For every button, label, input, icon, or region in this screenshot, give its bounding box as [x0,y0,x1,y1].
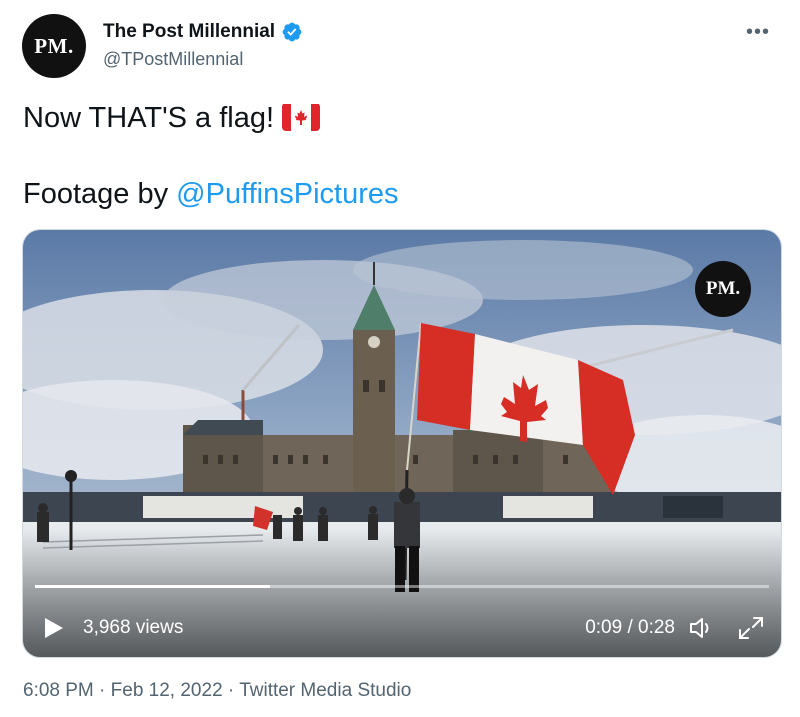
mention-link[interactable]: @PuffinsPictures [176,178,398,210]
tweet-text: Now THAT'S a flag! Footage by @PuffinsPi… [23,98,763,214]
video-time: 0:09 / 0:28 [585,617,675,638]
video-progress-bar[interactable] [35,585,769,588]
video-watermark: PM. [695,261,751,317]
tweet-time-link[interactable]: 6:08 PM [23,680,94,701]
more-horizontal-icon: ••• [745,20,770,43]
author-display-name[interactable]: The Post Millennial [103,21,275,43]
volume-icon[interactable] [688,615,716,641]
video-player[interactable]: PM. 3,968 views 0:09 / 0:28 [22,229,782,658]
footer-separator: · [227,680,235,701]
author-handle[interactable]: @TPostMillennial [103,49,243,70]
play-icon[interactable] [43,616,65,640]
footer-separator: · [99,680,106,701]
verified-badge-icon [282,22,302,42]
tweet-source-link[interactable]: Twitter Media Studio [239,680,411,701]
video-frame [23,230,781,657]
tweet-date-link[interactable]: Feb 12, 2022 [111,680,223,701]
tweet-line-2-prefix: Footage by [23,178,177,210]
author-avatar[interactable]: PM. [22,14,86,78]
tweet-footer: 6:08 PM · Feb 12, 2022 · Twitter Media S… [23,680,411,702]
video-controls: 3,968 views 0:09 / 0:28 [23,608,781,648]
tweet-line-1: Now THAT'S a flag! [23,102,275,134]
more-options-button[interactable]: ••• [740,14,776,50]
author-name-row: The Post Millennial [103,21,303,43]
canadian-flag-emoji-icon [282,103,321,131]
fullscreen-icon[interactable] [737,615,765,641]
video-progress-fill [35,585,270,588]
view-count: 3,968 views [83,617,184,638]
